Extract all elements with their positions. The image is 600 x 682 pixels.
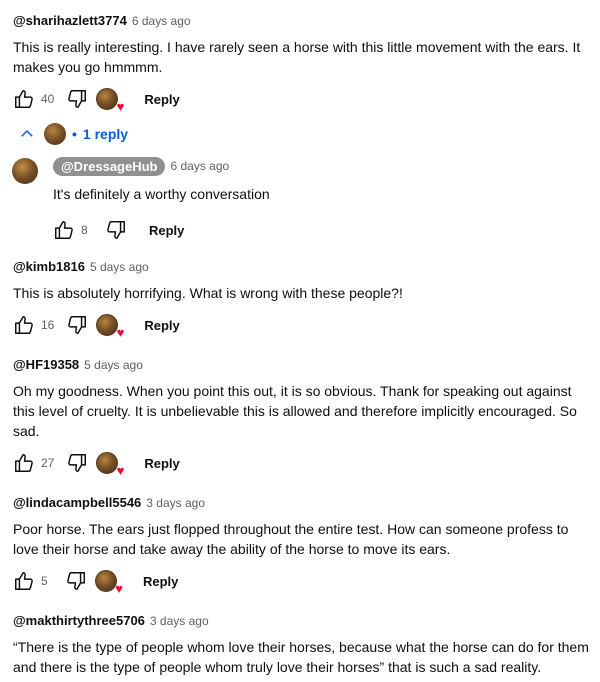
comment-author[interactable]: @HF19358 xyxy=(13,357,79,372)
comment-actions: 27 ♥ Reply xyxy=(13,449,592,477)
thumbs-down-icon[interactable] xyxy=(66,314,88,336)
chevron-up-icon[interactable] xyxy=(18,125,36,143)
comment-actions: 40 ♥ Reply xyxy=(13,85,592,113)
comment-text: This is absolutely horrifying. What is w… xyxy=(13,283,592,303)
comment-author[interactable]: @lindacampbell5546 xyxy=(13,495,141,510)
creator-heart-icon: ♥ xyxy=(96,452,125,478)
comment-actions: 16 ♥ Reply xyxy=(13,311,592,339)
creator-heart-icon: ♥ xyxy=(96,88,125,114)
creator-heart-icon: ♥ xyxy=(96,314,125,340)
replier-avatar xyxy=(44,123,66,145)
reply-time[interactable]: 6 days ago xyxy=(170,159,229,173)
comment-meta: @makthirtythree5706 3 days ago xyxy=(13,613,592,631)
comment-time[interactable]: 3 days ago xyxy=(150,614,209,628)
heart-icon: ♥ xyxy=(116,463,125,478)
creator-avatar xyxy=(96,88,119,110)
creator-avatar xyxy=(96,452,119,474)
like-count: 27 xyxy=(41,456,55,470)
comment-item: @HF19358 5 days ago Oh my goodness. When… xyxy=(13,357,592,477)
comment-meta: @sharihazlett3774 6 days ago xyxy=(13,13,592,31)
comment-text-line: “There is the type of people whom love t… xyxy=(13,639,589,655)
like-count: 5 xyxy=(41,574,48,588)
thumbs-down-icon[interactable] xyxy=(65,570,87,592)
thumbs-up-icon[interactable] xyxy=(13,452,35,474)
comment-text-line: This is absolutely horrifying. What is w… xyxy=(13,285,403,301)
comment-author[interactable]: @makthirtythree5706 xyxy=(13,613,145,628)
avatar[interactable] xyxy=(12,158,38,184)
thumbs-up-icon[interactable] xyxy=(13,314,35,336)
comment-author[interactable]: @sharihazlett3774 xyxy=(13,13,127,28)
comment-text-line: makes you go hmmmm. xyxy=(13,59,163,75)
heart-icon: ♥ xyxy=(116,99,125,114)
comment-text-line: love their horse and take away the abili… xyxy=(13,541,451,557)
comment-text-line: This is really interesting. I have rarel… xyxy=(13,39,581,55)
comment-time[interactable]: 5 days ago xyxy=(84,358,143,372)
comment-text: Poor horse. The ears just flopped throug… xyxy=(13,519,592,559)
reply-button[interactable]: Reply xyxy=(144,456,179,471)
comment-text: Oh my goodness. When you point this out,… xyxy=(13,381,592,441)
comment-item: @lindacampbell5546 3 days ago Poor horse… xyxy=(13,495,592,595)
comment-actions: 5 ♥ Reply xyxy=(13,567,592,595)
comment-time[interactable]: 3 days ago xyxy=(146,496,205,510)
reply-button[interactable]: Reply xyxy=(149,223,184,238)
replies-count-label[interactable]: 1 reply xyxy=(83,126,128,142)
creator-heart-icon: ♥ xyxy=(95,570,123,596)
like-count: 8 xyxy=(81,223,88,237)
like-count: 16 xyxy=(41,318,55,332)
comment-text-line: Oh my goodness. When you point this out,… xyxy=(13,383,572,399)
reply-button[interactable]: Reply xyxy=(143,574,178,589)
comment-text-line: sad. xyxy=(13,423,40,439)
comment-meta: @HF19358 5 days ago xyxy=(13,357,592,375)
comment-meta: @lindacampbell5546 3 days ago xyxy=(13,495,592,513)
comment-text-line: this level of cruelty. It is unbelievabl… xyxy=(13,403,577,419)
thumbs-down-icon[interactable] xyxy=(66,452,88,474)
comment-time[interactable]: 5 days ago xyxy=(90,260,149,274)
thumbs-up-icon[interactable] xyxy=(13,88,35,110)
creator-author-badge[interactable]: @DressageHub xyxy=(53,156,166,176)
comment-text: This is really interesting. I have rarel… xyxy=(13,37,592,77)
thumbs-down-icon[interactable] xyxy=(105,219,127,241)
reply-body: @DressageHub 6 days ago It's definitely … xyxy=(53,156,270,244)
comment-item: @makthirtythree5706 3 days ago “There is… xyxy=(13,613,592,677)
reply-meta: @DressageHub 6 days ago xyxy=(53,156,270,176)
separator-dot: • xyxy=(72,126,77,142)
thumbs-up-icon[interactable] xyxy=(53,219,75,241)
comment-author[interactable]: @kimb1816 xyxy=(13,259,85,274)
heart-icon: ♥ xyxy=(115,581,123,596)
comment-text-line: and there is the type of people whom tru… xyxy=(13,659,542,675)
creator-avatar xyxy=(96,314,119,336)
comment-text: “There is the type of people whom love t… xyxy=(13,637,592,677)
comment-text-line: Poor horse. The ears just flopped throug… xyxy=(13,521,569,537)
replies-toggle[interactable]: • 1 reply xyxy=(18,123,128,145)
comment-meta: @kimb1816 5 days ago xyxy=(13,259,592,277)
heart-icon: ♥ xyxy=(116,325,125,340)
reply-button[interactable]: Reply xyxy=(144,92,179,107)
comment-item: @sharihazlett3774 6 days ago This is rea… xyxy=(13,13,592,113)
comment-item: @kimb1816 5 days ago This is absolutely … xyxy=(13,259,592,339)
creator-avatar xyxy=(95,570,117,592)
thumbs-up-icon[interactable] xyxy=(13,570,35,592)
reply-actions: 8 Reply xyxy=(53,216,270,244)
like-count: 40 xyxy=(41,92,55,106)
reply-text: It's definitely a worthy conversation xyxy=(53,186,270,202)
reply-button[interactable]: Reply xyxy=(144,318,179,333)
comment-time[interactable]: 6 days ago xyxy=(132,14,191,28)
thumbs-down-icon[interactable] xyxy=(66,88,88,110)
